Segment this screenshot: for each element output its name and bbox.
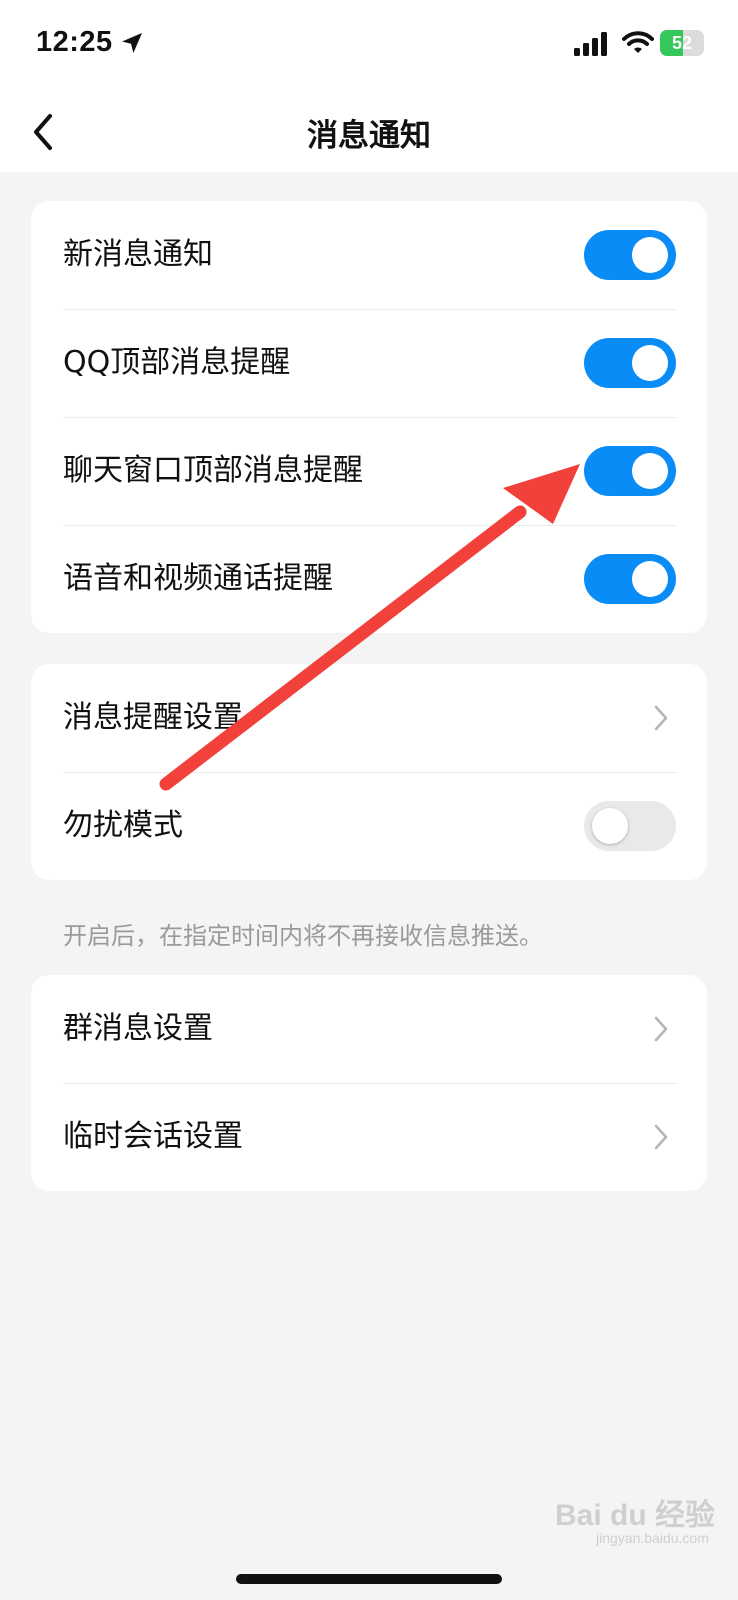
- annotation-arrow-icon: [159, 464, 580, 791]
- baidu-jingyan-watermark: Bai du 经验: [555, 1499, 716, 1532]
- home-indicator: [236, 1574, 502, 1584]
- watermark-url: jingyan.baidu.com: [596, 1530, 709, 1546]
